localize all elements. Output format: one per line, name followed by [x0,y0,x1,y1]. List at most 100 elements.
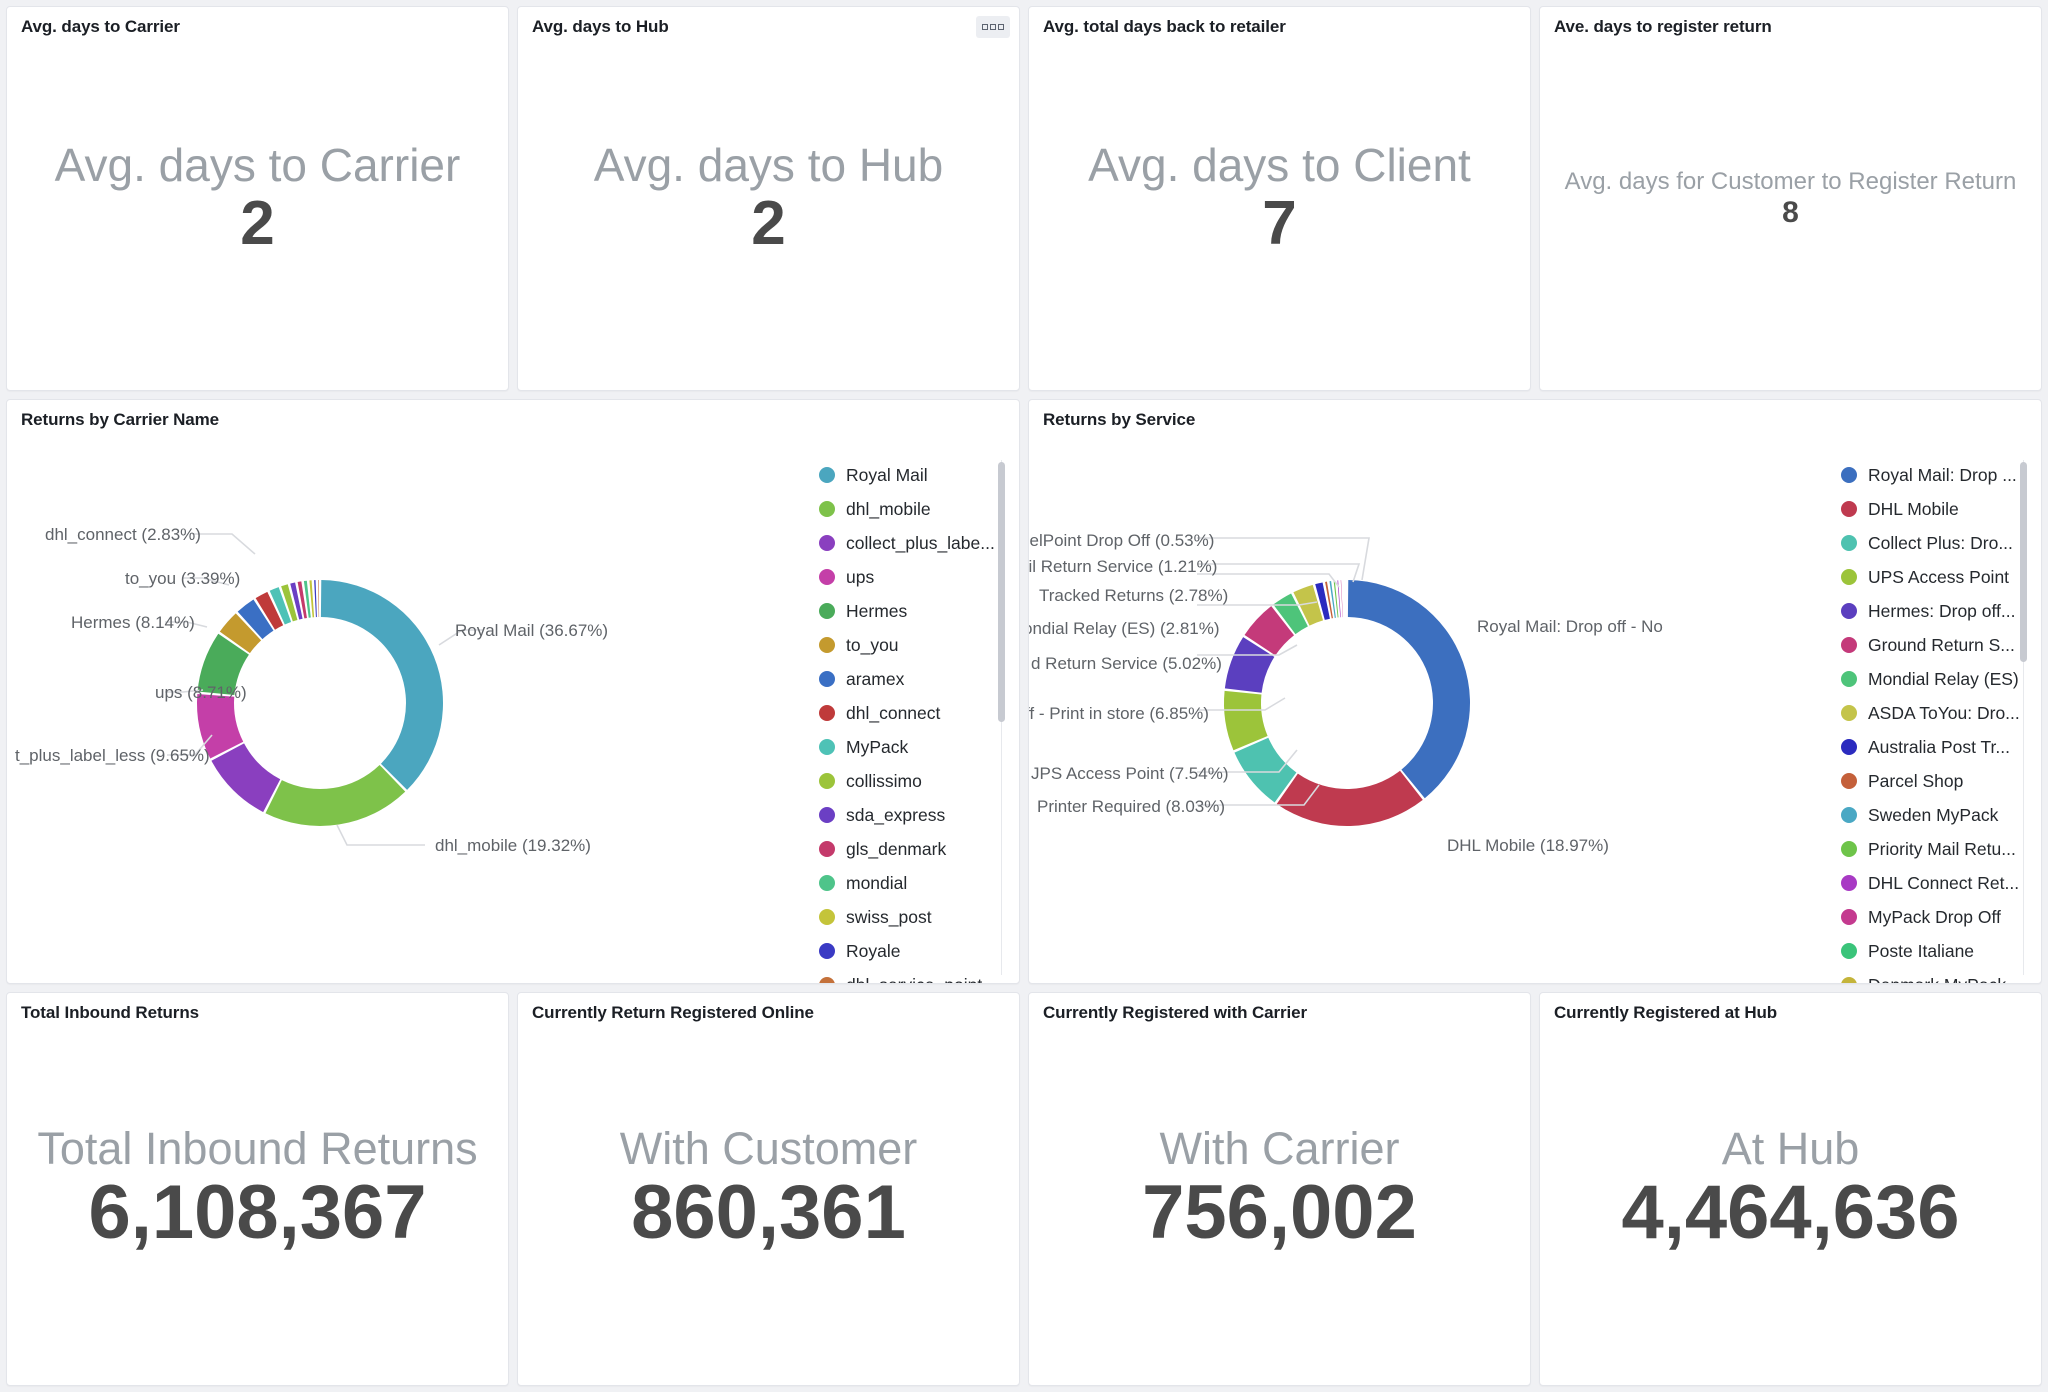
kpi-label: Avg. days to Carrier [54,138,461,191]
legend-item[interactable]: Ground Return S... [1841,628,2041,662]
kpi-label: Avg. days for Customer to Register Retur… [1564,167,2017,195]
legend-item[interactable]: Australia Post Tr... [1841,730,2041,764]
kpi-label: With Carrier [1159,1122,1400,1174]
legend-scrollbar-thumb[interactable] [2020,462,2027,662]
donut-callout-label: ail Return Service (1.21%) [1029,557,1218,576]
legend-item[interactable]: Royal Mail: Drop ... [1841,458,2041,492]
donut-slice[interactable] [1276,770,1423,826]
legend-item[interactable]: dhl_connect [819,696,1019,730]
legend-item[interactable]: MyPack [819,730,1019,764]
legend-item-label: dhl_service_point [846,975,982,984]
panel-title: Returns by Carrier Name [21,410,219,429]
legend-color-swatch-icon [1841,705,1857,721]
panel-title: Currently Return Registered Online [532,1003,814,1022]
legend-color-swatch-icon [1841,875,1857,891]
legend-color-swatch-icon [819,807,835,823]
legend-item[interactable]: UPS Access Point [1841,560,2041,594]
legend-item[interactable]: dhl_mobile [819,492,1019,526]
kpi-body: Avg. days to Hub 2 [518,7,1019,390]
kpi-value: 756,002 [1142,1170,1417,1256]
chart-area: celPoint Drop Off (0.53%) ail Return Serv… [1029,430,2041,983]
legend-item[interactable]: Sweden MyPack [1841,798,2041,832]
legend-color-swatch-icon [1841,603,1857,619]
callout-leader-line [1197,563,1361,583]
legend-item[interactable]: Royale [819,934,1019,968]
legend-item-label: Poste Italiane [1868,940,1975,961]
legend-item[interactable]: Royal Mail [819,458,1019,492]
legend-item[interactable]: ups [819,560,1019,594]
kpi-label: Total Inbound Returns [37,1122,478,1174]
legend-item[interactable]: Parcel Shop [1841,764,2041,798]
legend-item-label: Denmark MyPack [1868,975,2006,984]
legend-item-label: dhl_mobile [846,498,931,519]
legend-item[interactable]: sda_express [819,798,1019,832]
donut-service[interactable]: celPoint Drop Off (0.53%) ail Return Serv… [1029,430,1831,983]
legend-item-label: dhl_connect [846,702,941,723]
legend-item[interactable]: collect_plus_labe... [819,526,1019,560]
donut-callout-label: Printer Required (8.03%) [1037,797,1226,816]
donut-carrier-name[interactable]: dhl_connect (2.83%) to_you (3.39%) Hermes … [7,430,809,983]
legend-item[interactable]: DHL Connect Ret... [1841,866,2041,900]
donut-slice[interactable] [1340,580,1343,618]
legend-service[interactable]: Royal Mail: Drop ... DHL Mobile Collect Pl… [1831,430,2041,983]
legend-item-label: gls_denmark [846,838,947,859]
donut-callout-label: ups (8.71%) [155,683,247,702]
legend-item[interactable]: MyPack Drop Off [1841,900,2041,934]
legend-item[interactable]: Priority Mail Retu... [1841,832,2041,866]
donut-callout-label: t_plus_label_less (9.65%) [15,746,210,765]
legend-item-label: mondial [846,872,908,893]
legend-color-swatch-icon [1841,977,1857,983]
donut-slice[interactable] [1347,580,1470,799]
legend-item-label: ASDA ToYou: Dro... [1868,702,2020,723]
donut-slice[interactable] [211,743,281,813]
legend-item-label: swiss_post [846,906,932,927]
legend-color-swatch-icon [819,535,835,551]
legend-item[interactable]: Hermes [819,594,1019,628]
donut-slice[interactable] [265,764,406,826]
donut-slice[interactable] [320,580,443,790]
donut-callout-label: Tracked Returns (2.78%) [1039,586,1229,605]
legend-item-label: Hermes [846,600,908,621]
panel-title: Avg. days to Carrier [21,17,180,36]
donut-callout-label: DHL Mobile (18.97%) [1447,836,1609,855]
legend-item[interactable]: Poste Italiane [1841,934,2041,968]
legend-scrollbar-thumb[interactable] [998,462,1005,722]
donut-chart-svg [165,533,483,846]
kpi-body: At Hub 4,464,636 [1540,993,2041,1385]
donut-slice[interactable] [314,580,317,618]
kpi-value: 2 [751,189,786,259]
donut-callout-label: celPoint Drop Off (0.53%) [1029,531,1215,550]
donut-callout-label: d Return Service (5.02%) [1031,654,1222,673]
kpi-panel: Currently Return Registered Online With C… [517,992,1020,1386]
panel-title: Currently Registered at Hub [1554,1003,1778,1022]
more-options-icon[interactable] [976,16,1010,38]
legend-item[interactable]: to_you [819,628,1019,662]
legend-item[interactable]: Hermes: Drop off... [1841,594,2041,628]
legend-item[interactable]: swiss_post [819,900,1019,934]
legend-item-label: MyPack [846,736,909,757]
kpi-value: 7 [1262,189,1297,259]
kpi-value: 8 [1782,195,1799,229]
legend-color-swatch-icon [819,875,835,891]
legend-item[interactable]: aramex [819,662,1019,696]
legend-item[interactable]: ASDA ToYou: Dro... [1841,696,2041,730]
legend-item[interactable]: collissimo [819,764,1019,798]
legend-item[interactable]: DHL Mobile [1841,492,2041,526]
legend-item[interactable]: Mondial Relay (ES) [1841,662,2041,696]
kpi-body: Total Inbound Returns 6,108,367 [7,993,508,1385]
panel-title: Avg. total days back to retailer [1043,17,1286,36]
legend-carrier-name[interactable]: Royal Mail dhl_mobile collect_plus_labe...… [809,430,1019,983]
kpi-body: Avg. days to Client 7 [1029,7,1530,390]
panel-title: Returns by Service [1043,410,1196,429]
legend-item[interactable]: gls_denmark [819,832,1019,866]
dashboard-root: Avg. days to Carrier Avg. days to Carrier… [0,0,2048,1392]
kpi-row-bottom: Total Inbound Returns Total Inbound Retur… [6,992,2042,1386]
legend-item[interactable]: Collect Plus: Dro... [1841,526,2041,560]
legend-item-label: DHL Mobile [1868,498,1959,519]
panel-title: Ave. days to register return [1554,17,1772,36]
legend-item[interactable]: dhl_service_point [819,968,1019,983]
panel-returns-by-carrier-name: Returns by Carrier Name dhl_connect (2.8… [6,399,1020,984]
legend-item[interactable]: Denmark MyPack [1841,968,2041,983]
legend-item[interactable]: mondial [819,866,1019,900]
donut-slice[interactable] [318,580,320,618]
